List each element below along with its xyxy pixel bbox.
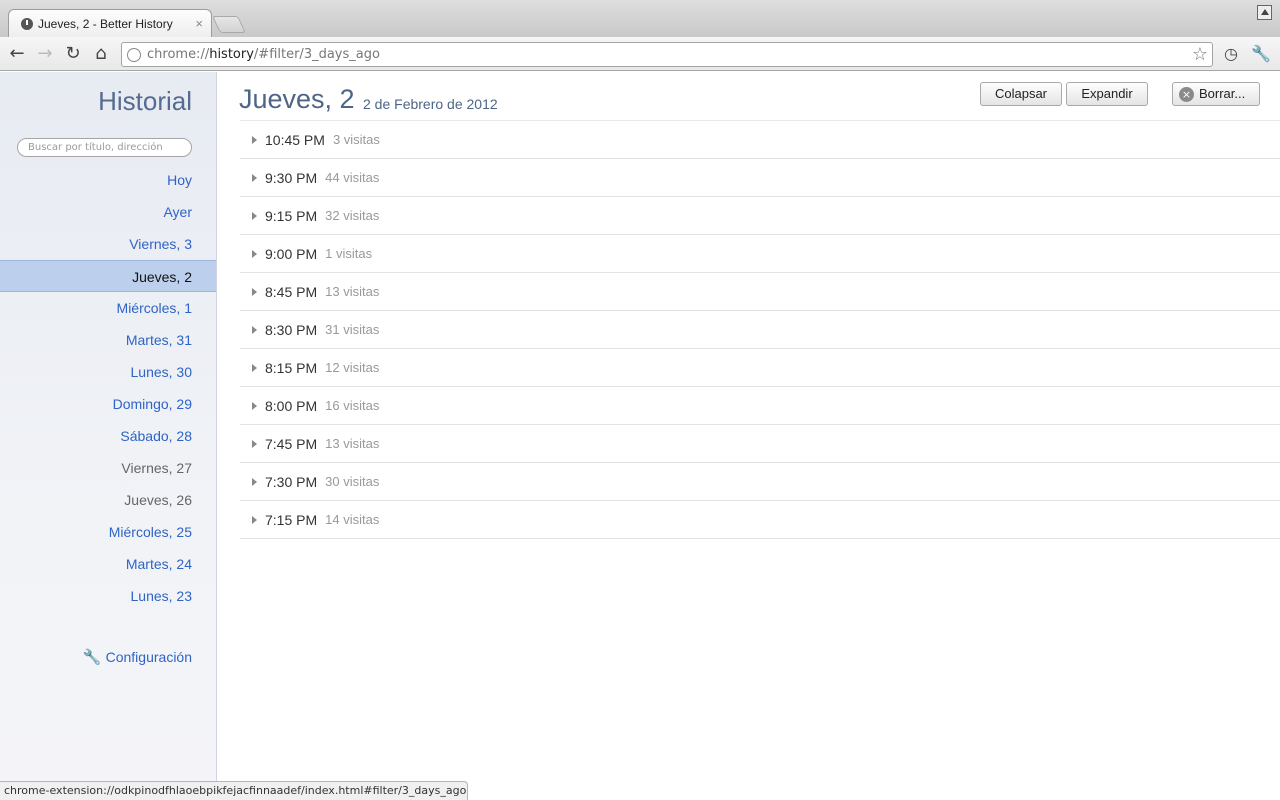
delete-label: Borrar... [1199, 86, 1246, 101]
interval-row[interactable]: 7:45 PM 13 visitas [240, 425, 1280, 463]
settings-link[interactable]: 🔧 Configuración [83, 648, 192, 666]
interval-row[interactable]: 7:15 PM 14 visitas [240, 501, 1280, 539]
forward-arrow-icon[interactable]: → [34, 43, 56, 65]
sidebar-day-item[interactable]: Viernes, 27 [0, 452, 216, 484]
sidebar-day-item[interactable]: Jueves, 26 [0, 484, 216, 516]
interval-time: 10:45 PM [265, 131, 325, 148]
interval-row[interactable]: 8:30 PM 31 visitas [240, 311, 1280, 349]
sidebar-day-item[interactable]: Lunes, 30 [0, 356, 216, 388]
interval-visit-count: 12 visitas [325, 360, 380, 375]
day-list: Hoy Ayer Viernes, 3 Jueves, 2 Miércoles, 1 Ma… [0, 164, 216, 612]
expand-caret-icon[interactable] [252, 515, 257, 524]
interval-visit-count: 3 visitas [332, 132, 380, 147]
interval-time: 8:00 PM [265, 397, 318, 414]
interval-row[interactable]: 8:00 PM 16 visitas [240, 387, 1280, 425]
interval-row[interactable]: 9:30 PM 44 visitas [240, 159, 1280, 197]
interval-visit-count: 13 visitas [325, 284, 380, 299]
reload-icon[interactable]: ↻ [62, 43, 84, 65]
sidebar-day-item[interactable]: Domingo, 29 [0, 388, 216, 420]
interval-time: 7:15 PM [265, 511, 318, 528]
home-icon[interactable]: ⌂ [90, 43, 112, 65]
sidebar: Historial HoyAyerViernes, 3Jueves, 2Miér… [0, 72, 217, 800]
interval-row[interactable]: 10:45 PM 3 visitas [240, 121, 1280, 159]
interval-visit-count: 1 visitas [325, 246, 373, 261]
expand-caret-icon[interactable] [252, 249, 257, 258]
interval-time: 8:15 PM [265, 359, 318, 376]
expand-caret-icon[interactable] [252, 287, 257, 296]
page-subtitle: 2 de Febrero de 2012 [363, 96, 498, 112]
address-text[interactable]: chrome://history/#filter/3_days_ago [147, 47, 380, 62]
address-bar[interactable]: chrome://history/#filter/3_days_ago ☆ [121, 42, 1213, 67]
expand-button[interactable]: Expandir [1066, 82, 1148, 106]
wrench-icon[interactable]: 🔧 [1250, 43, 1272, 65]
page-title: Jueves, 2 [239, 84, 355, 114]
interval-row[interactable]: 9:15 PM 32 visitas [240, 197, 1280, 235]
collapse-button[interactable]: Colapsar [980, 82, 1062, 106]
status-bar: chrome-extension://odkpinodfhlaoebpikfej… [0, 781, 468, 800]
new-tab-button[interactable] [212, 16, 246, 33]
interval-row[interactable]: 9:00 PM 1 visitas [240, 235, 1280, 273]
interval-visit-count: 13 visitas [325, 436, 380, 451]
settings-label: Configuración [105, 649, 192, 665]
interval-list: 10:45 PM 3 visitas 9:30 PM 44 visitas 9:15 P… [240, 120, 1280, 539]
back-arrow-icon[interactable]: ← [6, 43, 28, 65]
delete-button[interactable]: × Borrar... [1172, 82, 1260, 106]
expand-caret-icon[interactable] [252, 439, 257, 448]
expand-caret-icon[interactable] [252, 401, 257, 410]
tab-title: Jueves, 2 - Better History [38, 16, 173, 31]
page-info-icon[interactable] [127, 47, 141, 62]
interval-time: 9:00 PM [265, 245, 318, 262]
interval-time: 8:45 PM [265, 283, 318, 300]
expand-caret-icon[interactable] [252, 325, 257, 334]
expand-caret-icon[interactable] [252, 211, 257, 220]
expand-caret-icon[interactable] [252, 173, 257, 182]
sidebar-day-item[interactable]: Jueves, 2 [0, 260, 216, 292]
sidebar-day-item[interactable]: Ayer [0, 196, 216, 228]
sidebar-title: Historial [98, 86, 192, 116]
expand-caret-icon[interactable] [252, 135, 257, 144]
sidebar-day-item[interactable]: Martes, 31 [0, 324, 216, 356]
interval-row[interactable]: 7:30 PM 30 visitas [240, 463, 1280, 501]
main-content: Jueves, 2 2 de Febrero de 2012 Colapsar … [218, 72, 1280, 800]
sidebar-day-item[interactable]: Hoy [0, 164, 216, 196]
tab-close-icon[interactable]: × [195, 16, 203, 31]
interval-visit-count: 30 visitas [325, 474, 380, 489]
interval-visit-count: 14 visitas [325, 512, 380, 527]
expand-caret-icon[interactable] [252, 477, 257, 486]
sidebar-day-item[interactable]: Martes, 24 [0, 548, 216, 580]
interval-visit-count: 16 visitas [325, 398, 380, 413]
interval-time: 7:45 PM [265, 435, 318, 452]
browser-toolbar: ← → ↻ ⌂ chrome://history/#filter/3_days_… [0, 37, 1280, 71]
interval-time: 9:30 PM [265, 169, 318, 186]
clock-icon[interactable]: ◷ [1220, 43, 1242, 65]
sidebar-day-item[interactable]: Miércoles, 25 [0, 516, 216, 548]
interval-visit-count: 32 visitas [325, 208, 380, 223]
sidebar-day-item[interactable]: Viernes, 3 [0, 228, 216, 260]
interval-row[interactable]: 8:45 PM 13 visitas [240, 273, 1280, 311]
expand-caret-icon[interactable] [252, 363, 257, 372]
tab-strip: Jueves, 2 - Better History × [0, 0, 1280, 37]
clock-icon [21, 17, 33, 30]
interval-row[interactable]: 8:15 PM 12 visitas [240, 349, 1280, 387]
tab-active[interactable]: Jueves, 2 - Better History × [8, 9, 212, 37]
bookmark-star-icon[interactable]: ☆ [1192, 43, 1208, 66]
wrench-icon: 🔧 [82, 648, 102, 666]
interval-visit-count: 31 visitas [325, 322, 380, 337]
window-restore-icon[interactable] [1257, 5, 1272, 20]
interval-time: 8:30 PM [265, 321, 318, 338]
search-input[interactable] [17, 138, 192, 157]
sidebar-day-item[interactable]: Sábado, 28 [0, 420, 216, 452]
interval-time: 9:15 PM [265, 207, 318, 224]
interval-time: 7:30 PM [265, 473, 318, 490]
sidebar-day-item[interactable]: Lunes, 23 [0, 580, 216, 612]
close-circle-icon: × [1179, 86, 1194, 102]
interval-visit-count: 44 visitas [325, 170, 380, 185]
sidebar-day-item[interactable]: Miércoles, 1 [0, 292, 216, 324]
